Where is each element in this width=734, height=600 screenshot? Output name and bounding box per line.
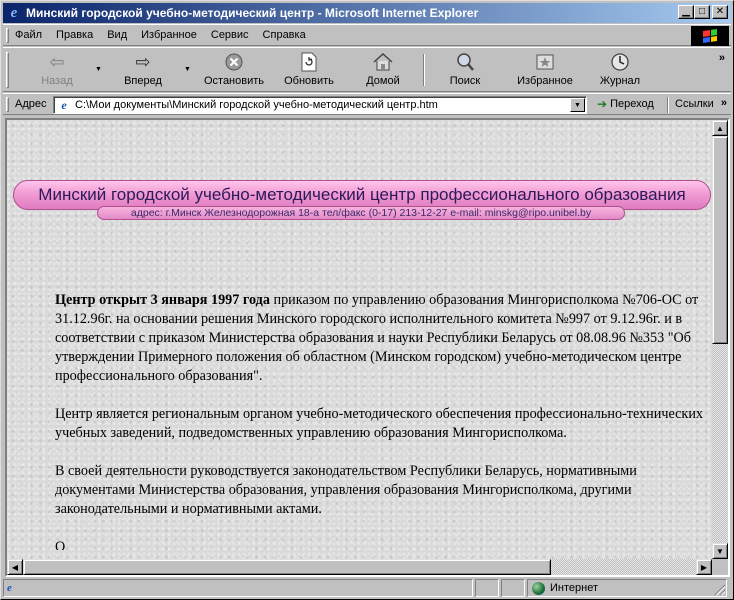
paragraph-legal-basis: В своей деятельности руководствуется зак… <box>55 463 637 517</box>
browser-window: e Минский городской учебно-методический … <box>0 0 734 600</box>
toolbar-grip[interactable] <box>6 52 9 88</box>
go-button[interactable]: ➔ Переход <box>597 97 654 111</box>
menu-help[interactable]: Справка <box>263 29 306 41</box>
home-icon <box>371 51 395 73</box>
founding-date-bold: Центр открыт 3 января 1997 года <box>55 292 270 308</box>
address-bar: Адрес e C:\Мои документы\Минский городск… <box>3 93 731 115</box>
stop-label: Остановить <box>203 75 265 87</box>
status-panel-empty-2 <box>501 579 525 597</box>
refresh-label: Обновить <box>284 75 334 87</box>
stop-button[interactable]: Остановить <box>199 51 269 89</box>
menu-tools[interactable]: Сервис <box>211 29 249 41</box>
back-button[interactable]: ⇦ Назад <box>33 51 81 89</box>
forward-button[interactable]: ⇨ Вперед <box>115 51 171 89</box>
history-label: Журнал <box>599 75 641 87</box>
search-label: Поиск <box>449 75 481 87</box>
scroll-up-icon[interactable]: ▲ <box>712 120 728 136</box>
favorites-button[interactable]: Избранное <box>507 51 583 89</box>
vertical-scrollbar[interactable]: ▲ ▼ <box>712 120 728 559</box>
address-dropdown-icon[interactable]: ▼ <box>570 98 585 112</box>
home-label: Домой <box>366 75 400 87</box>
scroll-left-icon[interactable]: ◀ <box>7 559 23 575</box>
scroll-right-icon[interactable]: ▶ <box>696 559 712 575</box>
paragraph-role: Центр является региональным органом учеб… <box>55 406 704 441</box>
go-arrow-icon: ➔ <box>597 97 608 111</box>
page-body: Центр открыт 3 января 1997 года приказом… <box>55 291 712 550</box>
back-dropdown-icon[interactable]: ▼ <box>95 66 102 73</box>
toolbar-overflow-icon[interactable]: » <box>719 52 725 64</box>
resize-grip-icon[interactable] <box>713 583 725 595</box>
close-icon[interactable]: ✕ <box>712 5 728 19</box>
refresh-button[interactable]: Обновить <box>279 51 339 89</box>
standard-toolbar: ⇦ Назад ▼ ⇨ Вперед ▼ Остановить Обновить… <box>3 47 731 92</box>
home-button[interactable]: Домой <box>355 51 411 89</box>
menu-view[interactable]: Вид <box>107 29 127 41</box>
status-zone: Интернет <box>527 579 727 597</box>
maximize-icon[interactable]: □ <box>694 5 710 19</box>
ie-icon[interactable]: e <box>6 5 22 21</box>
menu-grip[interactable] <box>6 28 9 43</box>
minimize-icon[interactable]: ▁ <box>678 5 694 19</box>
forward-arrow-icon: ⇨ <box>135 51 151 72</box>
go-label: Переход <box>610 98 654 110</box>
internet-zone-icon <box>532 581 545 595</box>
page-viewport: Минский городской учебно-методический це… <box>7 120 712 559</box>
forward-label: Вперед <box>124 75 162 87</box>
page-status-icon: e <box>7 582 12 594</box>
paragraph-partial: О <box>55 539 66 550</box>
menu-bar: Файл Правка Вид Избранное Сервис Справка <box>3 24 731 46</box>
banner-title: Минский городской учебно-методический це… <box>38 185 686 204</box>
scrollbar-corner <box>712 559 728 575</box>
zone-label: Интернет <box>550 582 598 594</box>
forward-dropdown-icon[interactable]: ▼ <box>184 66 191 73</box>
contact-info: адрес: г.Минск Железнодорожная 18-а тел/… <box>130 207 592 219</box>
vertical-scroll-thumb[interactable] <box>712 136 728 344</box>
back-label: Назад <box>41 75 73 87</box>
links-separator <box>667 97 669 113</box>
windows-logo-icon <box>691 26 729 46</box>
window-controls: ▁ □ ✕ <box>678 5 728 19</box>
window-title: Минский городской учебно-методический це… <box>26 6 479 20</box>
refresh-icon <box>297 51 321 73</box>
contact-banner: адрес: г.Минск Железнодорожная 18-а тел/… <box>97 206 625 220</box>
menu-edit[interactable]: Правка <box>56 29 93 41</box>
status-main: e <box>3 579 473 597</box>
toolbar-separator <box>423 54 425 86</box>
search-button[interactable]: Поиск <box>439 51 491 89</box>
favorites-label: Избранное <box>517 75 573 87</box>
address-url[interactable]: C:\Мои документы\Минский городской учебн… <box>75 99 438 111</box>
links-button[interactable]: Ссылки <box>675 98 714 110</box>
menu-file[interactable]: Файл <box>15 29 42 41</box>
history-button[interactable]: Журнал <box>591 51 649 89</box>
stop-icon <box>222 51 246 73</box>
status-bar: e Интернет <box>3 579 731 599</box>
paragraph-founding: Центр открыт 3 января 1997 года приказом… <box>55 291 712 386</box>
title-bar[interactable]: e Минский городской учебно-методический … <box>3 3 731 23</box>
page-icon: e <box>61 98 67 112</box>
page-content: Минский городской учебно-методический це… <box>5 118 730 577</box>
address-label: Адрес <box>15 98 47 110</box>
favorites-icon <box>533 51 557 73</box>
links-overflow-icon[interactable]: » <box>721 97 727 109</box>
menu-favorites[interactable]: Избранное <box>141 29 197 41</box>
history-icon <box>608 51 632 73</box>
back-arrow-icon: ⇦ <box>49 51 65 72</box>
search-icon <box>453 51 477 73</box>
address-grip[interactable] <box>6 97 9 112</box>
scroll-down-icon[interactable]: ▼ <box>712 543 728 559</box>
horizontal-scrollbar[interactable]: ◀ ▶ <box>7 559 712 575</box>
status-panel-empty-1 <box>475 579 499 597</box>
address-input[interactable]: e C:\Мои документы\Минский городской уче… <box>53 96 587 114</box>
horizontal-scroll-thumb[interactable] <box>23 559 551 575</box>
